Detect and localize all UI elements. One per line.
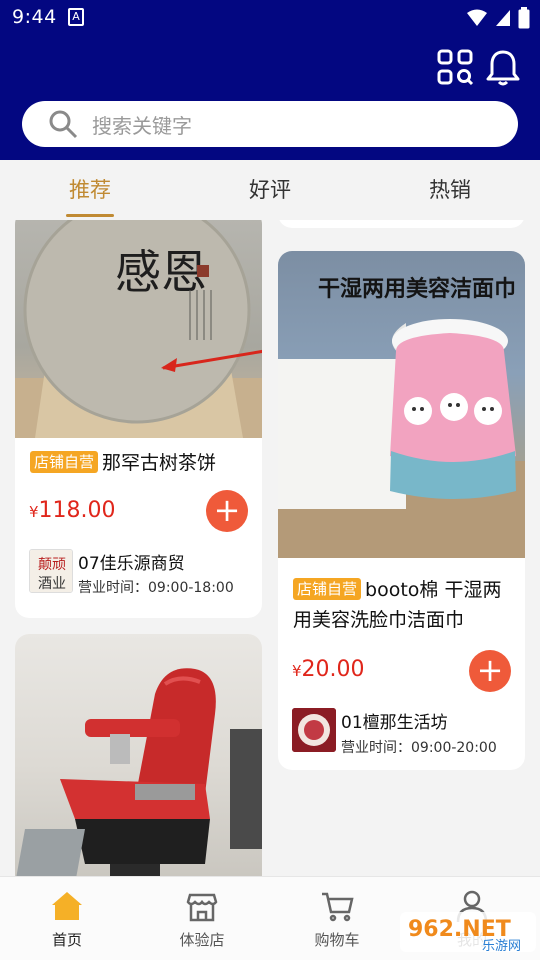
watermark-subtext: 乐游网 — [482, 939, 521, 954]
signal-icon — [496, 10, 510, 26]
category-tabs: 推荐 好评 热销 — [0, 160, 540, 220]
nav-home-label: 首页 — [51, 931, 82, 949]
scan-icon[interactable] — [436, 48, 474, 86]
shop-logo-text-1: 颠顽 — [38, 557, 66, 573]
shop-logo — [292, 708, 336, 752]
cart-icon — [322, 892, 354, 922]
search-bar[interactable]: 搜索关键字 — [22, 101, 518, 147]
product-card[interactable]: 干湿两用美容洁面巾 店铺自营 booto棉 干湿两用美容洗脸巾洁面巾 ¥20.00… — [278, 251, 525, 770]
nav-store[interactable]: 体验店 — [157, 889, 247, 950]
nav-home[interactable]: 首页 — [22, 889, 112, 950]
status-bar: 9:44 A — [0, 0, 540, 36]
notification-icon: A — [68, 8, 84, 26]
product-image-chair[interactable] — [15, 634, 262, 876]
towel-illustration: 干湿两用美容洁面巾 — [278, 276, 525, 558]
tea-cake-illustration: 感恩 — [15, 220, 262, 438]
battery-icon — [518, 7, 530, 29]
site-watermark-logo: 962.NET 乐游网 — [400, 912, 536, 954]
tab-recommended[interactable]: 推荐 — [30, 174, 150, 204]
product-image-tea[interactable]: 感恩 — [15, 220, 262, 438]
shop-logo-text-2: 酒业 — [38, 576, 66, 592]
product-card[interactable] — [15, 634, 262, 876]
tea-wrapper-text: 感恩 — [115, 245, 207, 299]
shop-hours: 营业时间：09:00-20:00 — [341, 740, 497, 756]
towel-package-text: 干湿两用美容洁面巾 — [318, 276, 516, 302]
nav-store-label: 体验店 — [179, 931, 225, 949]
search-placeholder: 搜索关键字 — [92, 113, 192, 138]
product-card-partial[interactable] — [278, 220, 525, 228]
wifi-icon — [467, 9, 487, 26]
status-time: 9:44 — [12, 6, 57, 28]
product-price: ¥118.00 — [29, 498, 116, 523]
product-title[interactable]: 店铺自营 那罕古树茶饼 — [15, 448, 262, 478]
tab-hot-sales[interactable]: 热销 — [390, 174, 510, 204]
product-image-towel[interactable]: 干湿两用美容洁面巾 — [278, 251, 525, 558]
shop-logo: 颠顽 酒业 — [29, 549, 73, 593]
store-icon — [186, 893, 218, 922]
shop-hours: 营业时间：09:00-18:00 — [78, 580, 234, 596]
bell-icon[interactable] — [484, 48, 522, 86]
nav-cart-label: 购物车 — [314, 931, 360, 949]
add-to-cart-button[interactable]: + — [206, 490, 248, 532]
tab-good-reviews[interactable]: 好评 — [210, 174, 330, 204]
self-operated-badge: 店铺自营 — [293, 578, 362, 600]
product-card[interactable]: 感恩 店铺自营 那罕古树茶饼 ¥118.00 + 颠顽 酒业 07佳乐源商贸 营业… — [15, 220, 262, 618]
active-tab-indicator — [66, 214, 114, 217]
shop-name[interactable]: 07佳乐源商贸 — [78, 549, 185, 574]
product-price: ¥20.00 — [292, 657, 365, 682]
search-icon — [49, 110, 78, 139]
add-to-cart-button[interactable]: + — [469, 650, 511, 692]
barber-chair-illustration — [16, 668, 262, 876]
self-operated-badge: 店铺自营 — [30, 451, 99, 473]
nav-cart[interactable]: 购物车 — [292, 889, 382, 950]
product-feed[interactable]: 感恩 店铺自营 那罕古树茶饼 ¥118.00 + 颠顽 酒业 07佳乐源商贸 营业… — [0, 220, 540, 876]
product-title[interactable]: 店铺自营 booto棉 干湿两用美容洗脸巾洁面巾 — [278, 575, 525, 635]
home-icon — [52, 892, 82, 920]
app-header: 9:44 A 搜索关键字 — [0, 0, 540, 160]
shop-name[interactable]: 01檀那生活坊 — [341, 708, 448, 733]
